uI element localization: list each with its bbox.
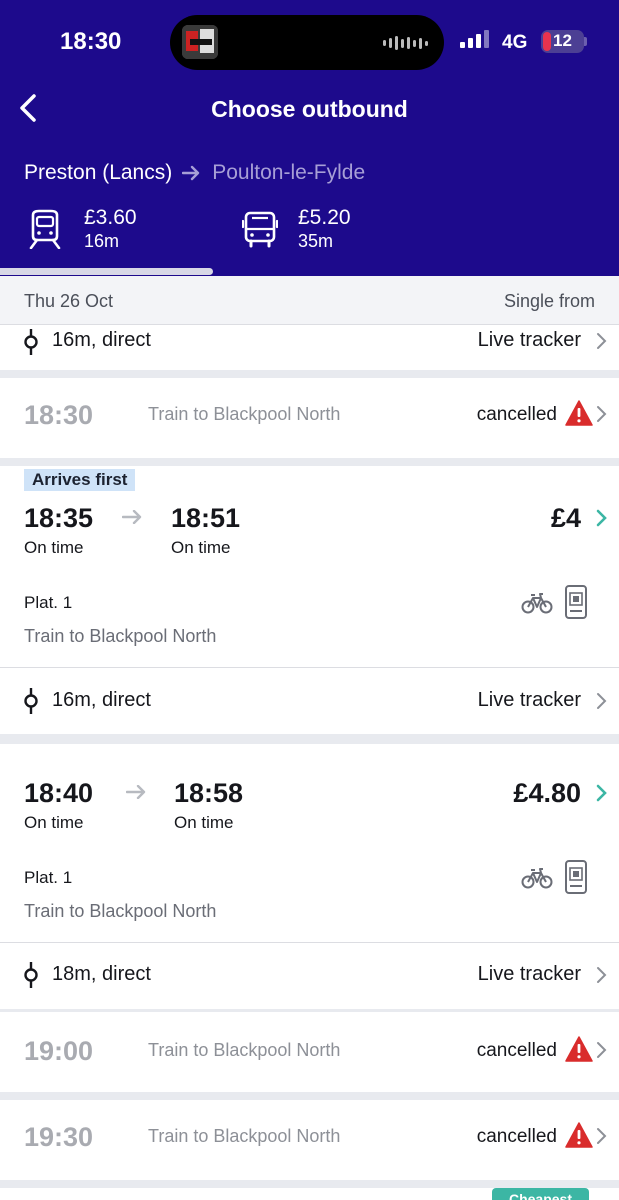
route-summary: Preston (Lancs) Poulton-le-Fylde (24, 161, 365, 185)
battery-icon: 12 (541, 30, 584, 53)
train-price: £3.60 (84, 206, 137, 229)
journey-footer-row[interactable]: 18m, direct Live tracker (0, 943, 619, 1009)
chevron-right-icon (597, 693, 607, 709)
cancelled-journey-card[interactable]: 19:00 Train to Blackpool North cancelled (0, 1012, 619, 1092)
journey-destination: Train to Blackpool North (148, 404, 341, 424)
single-from-label: Single from (503, 291, 595, 311)
origin-station: Preston (Lancs) (24, 161, 173, 184)
route-stop-icon (24, 329, 38, 355)
fare-price: £4 (550, 503, 581, 533)
cancelled-status: cancelled (476, 1126, 557, 1147)
journey-destination: Train to Blackpool North (148, 1040, 341, 1060)
chevron-right-icon (596, 509, 607, 527)
train-icon (29, 209, 61, 249)
journey-destination: Train to Blackpool North (24, 626, 217, 646)
journey-footer-row[interactable]: 16m, direct Live tracker (0, 324, 619, 370)
arrival-time: 18:51 (171, 503, 241, 533)
dynamic-island[interactable] (170, 15, 444, 70)
arrival-status: On time (174, 813, 234, 832)
arrival-time: 18:58 (174, 778, 244, 808)
journey-summary: 18m, direct (52, 963, 151, 985)
destination-station: Poulton-le-Fylde (212, 161, 366, 184)
route-arrow-icon (182, 165, 200, 181)
departure-time: 19:00 (24, 1036, 94, 1066)
journey-summary: 16m, direct (52, 689, 151, 711)
cancelled-status: cancelled (476, 404, 557, 425)
date-bar: Thu 26 Oct Single from (0, 276, 619, 324)
warning-icon (565, 400, 593, 426)
route-stop-icon (24, 688, 38, 714)
chevron-right-icon (597, 333, 607, 349)
arrow-right-icon (122, 510, 142, 524)
battery-tip (584, 37, 587, 46)
selected-tab-indicator (0, 268, 213, 275)
journey-summary: 16m, direct (52, 329, 151, 351)
mode-tab-train[interactable]: £3.60 16m (26, 206, 137, 252)
cheapest-badge: Cheapest (492, 1188, 589, 1200)
platform: Plat. 1 (24, 868, 73, 887)
battery-level: 12 (553, 31, 572, 50)
bus-duration: 35m (298, 231, 334, 251)
train-duration: 16m (84, 231, 120, 251)
departure-status: On time (24, 813, 84, 832)
live-tracker-link[interactable]: Live tracker (478, 329, 581, 352)
chevron-right-icon (597, 1128, 607, 1144)
departure-status: On time (24, 538, 84, 557)
cancelled-journey-card[interactable]: 18:30 Train to Blackpool North cancelled (0, 378, 619, 458)
departure-time: 18:40 (24, 778, 94, 808)
live-tracker-link[interactable]: Live tracker (478, 689, 581, 712)
status-time: 18:30 (60, 28, 122, 55)
network-type: 4G (502, 32, 528, 53)
travel-date: Thu 26 Oct (24, 291, 114, 311)
bus-icon (242, 211, 278, 248)
arrives-first-badge: Arrives first (24, 469, 136, 491)
page-title: Choose outbound (211, 96, 408, 122)
departure-time: 18:35 (24, 503, 94, 533)
chevron-right-icon (597, 406, 607, 422)
audio-waveform-icon (383, 35, 428, 51)
chevron-right-icon (596, 784, 607, 802)
chevron-right-icon (597, 1042, 607, 1058)
platform: Plat. 1 (24, 593, 73, 612)
bus-price: £5.20 (298, 206, 351, 229)
departure-time: 18:30 (24, 400, 94, 430)
mobile-ticket-icon (565, 860, 587, 894)
mode-tab-bus[interactable]: £5.20 35m (242, 206, 351, 252)
now-playing-artwork (182, 25, 218, 59)
bicycle-icon (521, 593, 553, 614)
journey-destination: Train to Blackpool North (24, 901, 217, 921)
live-tracker-link[interactable]: Live tracker (478, 963, 581, 986)
chevron-right-icon (597, 967, 607, 983)
warning-icon (565, 1036, 593, 1062)
arrow-right-icon (126, 785, 146, 799)
fare-price: £4.80 (513, 778, 581, 808)
mobile-ticket-icon (565, 585, 587, 619)
journey-destination: Train to Blackpool North (148, 1126, 341, 1146)
departure-time: 19:30 (24, 1122, 94, 1152)
warning-icon (565, 1122, 593, 1148)
journey-footer-row[interactable]: 16m, direct Live tracker (0, 668, 619, 734)
cancelled-journey-card[interactable]: 19:30 Train to Blackpool North cancelled (0, 1100, 619, 1180)
signal-strength-icon (460, 30, 489, 48)
bicycle-icon (521, 868, 553, 889)
route-stop-icon (24, 962, 38, 988)
app-header: 18:30 4G 12 Choose outbound Preston (Lan… (0, 0, 619, 276)
cancelled-status: cancelled (476, 1040, 557, 1061)
arrival-status: On time (171, 538, 231, 557)
